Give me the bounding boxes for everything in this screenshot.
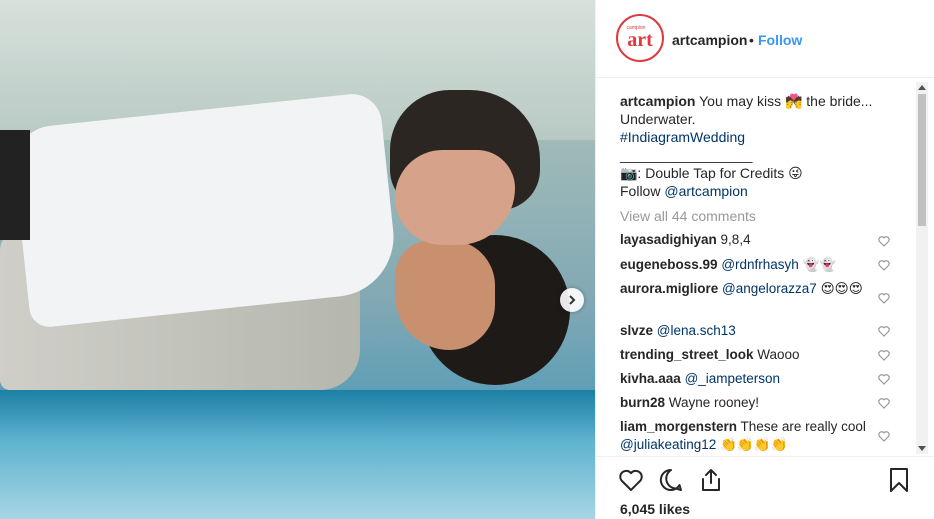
comment-like-heart-icon[interactable]	[878, 235, 890, 247]
comment-text-tail: 😍😍😍	[816, 281, 863, 296]
comment-text-tail: 👏👏👏👏	[716, 437, 788, 452]
comment-username[interactable]: trending_street_look	[620, 347, 754, 362]
comment-like-heart-icon[interactable]	[878, 325, 890, 337]
comments-scrollbar[interactable]	[916, 82, 928, 454]
comment-mention[interactable]: @_iampeterson	[685, 371, 781, 386]
scroll-up-arrow-icon[interactable]	[918, 85, 926, 90]
post-header: art campion artcampion • Follow	[596, 0, 934, 78]
comment-row: slvze @lena.sch13	[620, 322, 880, 340]
comment-mention[interactable]: @juliakeating12	[620, 437, 716, 452]
comment-row: liam_morgenstern These are really cool @…	[620, 418, 870, 454]
comment-like-heart-icon[interactable]	[878, 397, 890, 409]
likes-count[interactable]: 6,045 likes	[620, 501, 690, 517]
post-photo[interactable]	[0, 0, 595, 519]
comment-text: These are really cool	[737, 419, 866, 434]
avatar-text: art	[627, 29, 653, 51]
comment-mention[interactable]: @angelorazza7	[722, 281, 817, 296]
header-dot: •	[749, 32, 754, 48]
comment-like-heart-icon[interactable]	[878, 373, 890, 385]
bookmark-icon[interactable]	[886, 467, 912, 493]
comment-username[interactable]: layasadighiyan	[620, 232, 717, 247]
header-username[interactable]: artcampion	[672, 32, 747, 48]
comment-row: burn28 Wayne rooney!	[620, 394, 880, 412]
photo-water	[0, 390, 595, 519]
comment-text: 9,8,4	[716, 232, 751, 247]
next-photo-button[interactable]	[560, 288, 584, 312]
comment-like-heart-icon[interactable]	[878, 430, 890, 442]
comment-row: aurora.migliore @angelorazza7 😍😍😍	[620, 280, 870, 298]
comment-like-heart-icon[interactable]	[878, 259, 890, 271]
caption-username[interactable]: artcampion	[620, 93, 695, 109]
post-side-panel: art campion artcampion • Follow artcampi…	[595, 0, 934, 519]
scrollbar-thumb[interactable]	[918, 94, 926, 226]
comment-row: trending_street_look Waooo	[620, 346, 880, 364]
avatar-small-text: campion	[627, 25, 646, 31]
caption-follow-text: Follow	[620, 183, 661, 199]
comment-row: eugeneboss.99 @rdnfrhasyh 👻👻	[620, 256, 880, 274]
caption-line2: Underwater.	[620, 111, 696, 127]
avatar[interactable]: art campion	[616, 14, 664, 62]
comment-mention[interactable]: @rdnfrhasyh	[721, 257, 799, 272]
photo-bride-face	[395, 240, 495, 350]
comment-icon[interactable]	[658, 467, 684, 493]
comment-like-heart-icon[interactable]	[878, 349, 890, 361]
comment-username[interactable]: liam_morgenstern	[620, 419, 737, 434]
post-actions-bar: 6,045 likes	[596, 456, 934, 519]
comment-text: Wayne rooney!	[665, 395, 760, 410]
share-icon[interactable]	[698, 467, 724, 493]
comment-username[interactable]: aurora.migliore	[620, 281, 718, 296]
caption-divider: _________________	[620, 147, 753, 163]
chevron-right-icon	[569, 295, 576, 305]
post-caption: artcampion You may kiss 💏 the bride... U…	[620, 92, 890, 200]
photo-shirt	[10, 91, 400, 329]
comment-username[interactable]: slvze	[620, 323, 653, 338]
comment-text: Waooo	[753, 347, 800, 362]
comment-username[interactable]: kivha.aaa	[620, 371, 681, 386]
comment-row: layasadighiyan 9,8,4	[620, 231, 880, 249]
heart-icon[interactable]	[618, 467, 644, 493]
caption-hashtag[interactable]: #IndiagramWedding	[620, 129, 745, 145]
photo-groom-face	[395, 150, 515, 245]
comment-like-heart-icon[interactable]	[878, 292, 890, 304]
caption-line3: 📷: Double Tap for Credits 😜	[620, 165, 803, 181]
comment-username[interactable]: eugeneboss.99	[620, 257, 718, 272]
comment-text-tail: 👻👻	[798, 257, 837, 272]
photo-belt	[0, 130, 30, 240]
follow-button[interactable]: Follow	[758, 32, 802, 48]
caption-line1: You may kiss 💏 the bride...	[699, 93, 873, 109]
caption-mention[interactable]: @artcampion	[664, 183, 747, 199]
artcampion-logo-icon: art campion	[620, 18, 660, 58]
comment-mention[interactable]: @lena.sch13	[657, 323, 736, 338]
view-all-comments-link[interactable]: View all 44 comments	[620, 208, 756, 224]
comment-username[interactable]: burn28	[620, 395, 665, 410]
comments-list[interactable]: artcampion You may kiss 💏 the bride... U…	[596, 78, 934, 456]
comment-row: kivha.aaa @_iampeterson	[620, 370, 880, 388]
scroll-down-arrow-icon[interactable]	[918, 446, 926, 451]
